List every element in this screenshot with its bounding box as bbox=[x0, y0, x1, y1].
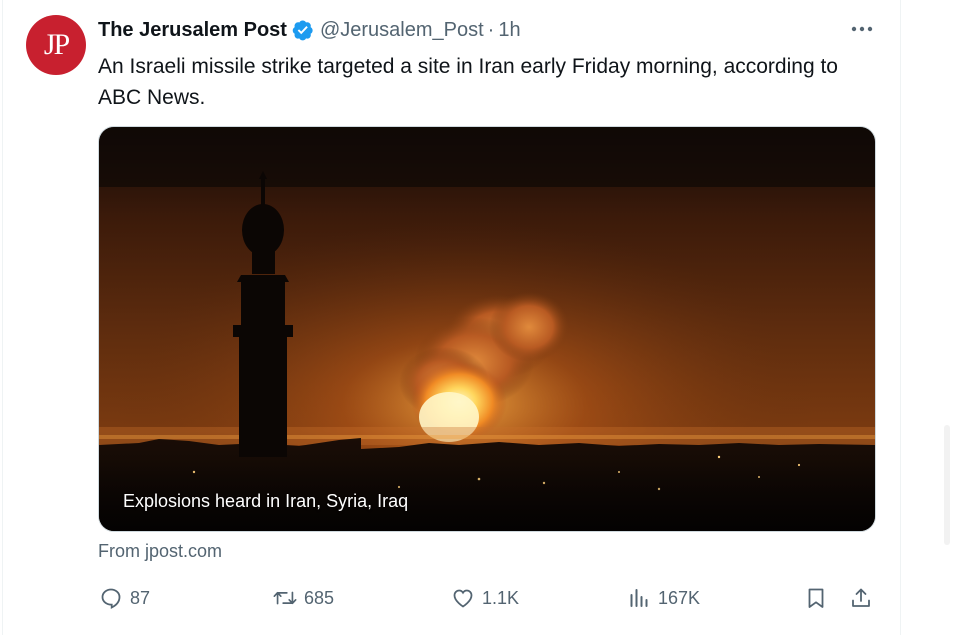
view-count: 167K bbox=[658, 587, 701, 608]
avatar-logo-text: JP bbox=[43, 28, 70, 61]
link-card-image[interactable]: Explosions heard in Iran, Syria, Iraq bbox=[98, 126, 876, 532]
reply-icon bbox=[98, 585, 124, 611]
like-count: 1.1K bbox=[482, 587, 520, 608]
views-chart-icon bbox=[626, 585, 652, 611]
link-source-domain[interactable]: From jpost.com bbox=[98, 541, 222, 562]
more-options-icon bbox=[851, 26, 873, 32]
left-border bbox=[2, 0, 3, 635]
tweet-text: An Israeli missile strike targeted a sit… bbox=[98, 55, 838, 109]
scrollbar[interactable] bbox=[944, 425, 950, 545]
reply-button[interactable]: 87 bbox=[98, 583, 150, 613]
retweet-icon bbox=[272, 585, 298, 611]
bookmark-icon bbox=[803, 585, 829, 611]
avatar[interactable]: JP bbox=[26, 15, 86, 75]
tweet-header: The Jerusalem Post @Jerusalem_Post · 1h bbox=[98, 16, 521, 44]
heart-icon bbox=[450, 585, 476, 611]
tweet-card[interactable]: JP The Jerusalem Post @Jerusalem_Post · … bbox=[0, 0, 955, 635]
author-display-name[interactable]: The Jerusalem Post bbox=[98, 19, 287, 42]
more-options-button[interactable] bbox=[848, 18, 876, 40]
explosion-photo bbox=[99, 127, 875, 531]
author-handle[interactable]: @Jerusalem_Post bbox=[320, 19, 484, 42]
retweet-button[interactable]: 685 bbox=[272, 583, 334, 613]
tweet-timestamp[interactable]: 1h bbox=[498, 19, 520, 42]
verified-badge-icon bbox=[292, 20, 313, 41]
reply-count: 87 bbox=[130, 587, 151, 608]
bookmark-button[interactable] bbox=[803, 583, 829, 613]
like-button[interactable]: 1.1K bbox=[450, 583, 519, 613]
share-icon bbox=[848, 585, 874, 611]
action-bar: 87 685 1.1K 167K bbox=[0, 583, 955, 613]
right-border bbox=[900, 0, 901, 635]
retweet-count: 685 bbox=[304, 587, 335, 608]
header-separator: · bbox=[487, 18, 495, 41]
share-button[interactable] bbox=[848, 583, 874, 613]
link-card-title: Explosions heard in Iran, Syria, Iraq bbox=[123, 491, 409, 511]
views-button[interactable]: 167K bbox=[626, 583, 700, 613]
